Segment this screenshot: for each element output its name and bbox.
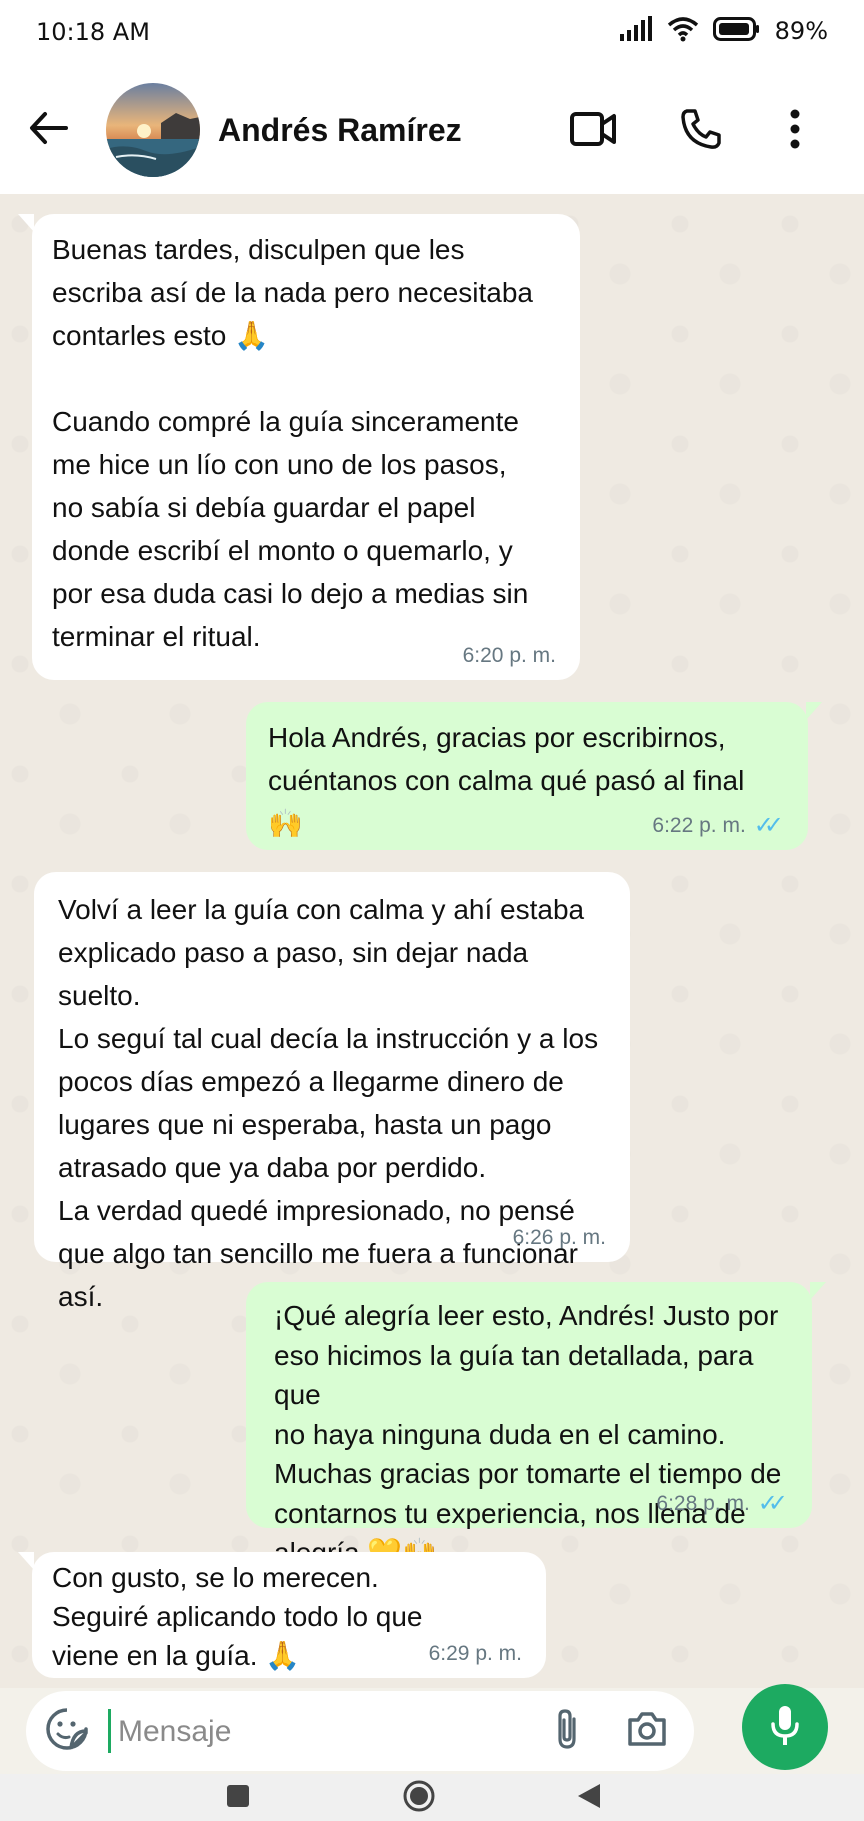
phone-icon bbox=[679, 107, 723, 155]
voice-call-button[interactable] bbox=[676, 106, 726, 156]
message-bubble-outgoing[interactable]: ¡Qué alegría leer esto, Andrés! Justo po… bbox=[246, 1282, 826, 1568]
back-triangle-icon bbox=[576, 1782, 602, 1814]
text-cursor bbox=[108, 1709, 111, 1753]
signal-icon bbox=[619, 16, 653, 46]
message-text: ¡Qué alegría leer esto, Andrés! Justo po… bbox=[274, 1300, 782, 1568]
message-text: Volví a leer la guía con calma y ahí est… bbox=[58, 894, 599, 1312]
video-call-button[interactable] bbox=[568, 106, 618, 156]
emoji-sticker-icon bbox=[45, 1707, 89, 1755]
message-composer bbox=[26, 1691, 694, 1771]
message-bubble-incoming[interactable]: Con gusto, se lo merecen. Seguiré aplica… bbox=[18, 1552, 546, 1678]
read-receipt-icon: ✓✓ bbox=[753, 812, 784, 839]
battery-icon bbox=[712, 17, 761, 45]
recents-square-icon bbox=[226, 1784, 250, 1812]
message-input[interactable] bbox=[116, 1705, 440, 1759]
camera-button[interactable] bbox=[622, 1706, 672, 1756]
contact-avatar[interactable] bbox=[106, 83, 200, 177]
more-options-icon bbox=[789, 109, 801, 153]
message-time: 6:20 p. m. bbox=[462, 644, 556, 667]
back-arrow-icon bbox=[28, 111, 68, 149]
home-circle-icon bbox=[403, 1780, 435, 1816]
back-button[interactable] bbox=[24, 106, 72, 154]
status-icons: 89% bbox=[619, 16, 828, 46]
status-bar: 10:18 AM 89% bbox=[0, 0, 864, 66]
message-time: 6:26 p. m. bbox=[512, 1226, 606, 1249]
battery-percent: 89% bbox=[774, 17, 828, 45]
video-call-icon bbox=[569, 109, 617, 153]
chat-area[interactable]: Buenas tardes, disculpen que les escriba… bbox=[0, 194, 864, 1688]
recents-button[interactable] bbox=[221, 1781, 255, 1815]
message-bubble-outgoing[interactable]: Hola Andrés, gracias por escribirnos, cu… bbox=[246, 702, 822, 850]
message-time: 6:29 p. m. bbox=[428, 1642, 522, 1665]
message-time: 6:22 p. m. bbox=[652, 814, 746, 837]
message-text: Buenas tardes, disculpen que les escriba… bbox=[52, 234, 533, 652]
emoji-button[interactable] bbox=[42, 1706, 92, 1756]
message-bubble-incoming[interactable]: Volví a leer la guía con calma y ahí est… bbox=[34, 872, 630, 1312]
message-bubble-incoming[interactable]: Buenas tardes, disculpen que les escriba… bbox=[18, 214, 580, 680]
message-time: 6:28 p. m. bbox=[656, 1492, 750, 1515]
voice-message-button[interactable] bbox=[742, 1684, 828, 1770]
attach-button[interactable] bbox=[542, 1706, 592, 1756]
wifi-icon bbox=[667, 16, 699, 46]
microphone-icon bbox=[770, 1704, 800, 1750]
attach-icon bbox=[552, 1707, 582, 1755]
home-button[interactable] bbox=[402, 1780, 436, 1816]
status-time: 10:18 AM bbox=[36, 18, 150, 46]
camera-icon bbox=[626, 1710, 668, 1752]
system-nav-bar bbox=[0, 1774, 864, 1821]
contact-name[interactable]: Andrés Ramírez bbox=[218, 112, 462, 149]
more-options-button[interactable] bbox=[770, 106, 820, 156]
read-receipt-icon: ✓✓ bbox=[757, 1490, 788, 1517]
chat-header: Andrés Ramírez bbox=[0, 66, 864, 194]
back-nav-button[interactable] bbox=[572, 1781, 606, 1815]
